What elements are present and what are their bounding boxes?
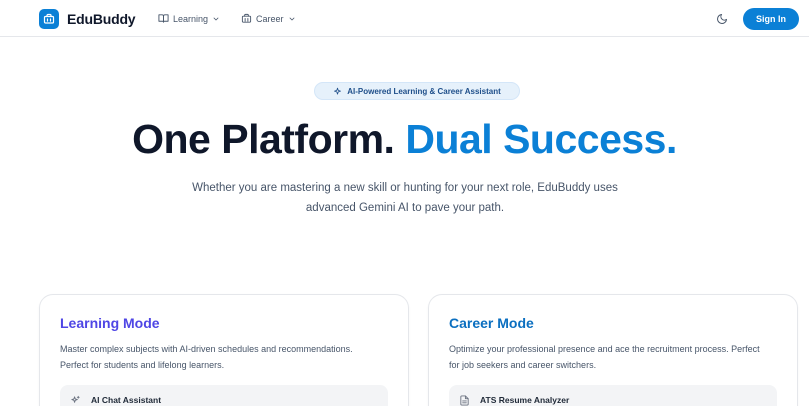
card-description: Optimize your professional presence and …	[449, 344, 760, 370]
hero-subtitle: Whether you are mastering a new skill or…	[192, 182, 618, 214]
nav-career-label: Career	[256, 13, 284, 24]
feature-item-ats-resume[interactable]: ATS Resume Analyzer	[449, 385, 777, 406]
hero-badge-text: AI-Powered Learning & Career Assistant	[347, 86, 501, 96]
theme-toggle-button[interactable]	[716, 12, 728, 30]
hero-title-part2: Dual Success.	[405, 116, 677, 162]
feature-label: ATS Resume Analyzer	[480, 395, 570, 405]
nav-learning-label: Learning	[173, 13, 209, 24]
card-title: Career Mode	[449, 315, 534, 331]
card-title: Learning Mode	[60, 315, 160, 331]
hero-title-part1: One Platform.	[132, 116, 395, 162]
hero-badge: AI-Powered Learning & Career Assistant	[314, 82, 520, 100]
sparkles-icon	[334, 87, 342, 95]
feature-item-ai-chat[interactable]: AI Chat Assistant	[60, 385, 388, 406]
nav-career[interactable]: Career	[241, 13, 296, 24]
top-nav-bar: EduBuddy Learning Career Sign In	[0, 0, 809, 37]
file-text-icon	[460, 394, 469, 406]
chevron-down-icon	[289, 17, 294, 20]
hero-title: One Platform. Dual Success.	[0, 116, 809, 163]
career-mode-card[interactable]: Career Mode Optimize your professional p…	[428, 294, 798, 406]
chevron-down-icon	[213, 17, 219, 20]
brand-name[interactable]: EduBuddy	[67, 11, 136, 27]
learning-mode-card[interactable]: Learning Mode Master complex subjects wi…	[39, 294, 409, 406]
sign-in-button[interactable]: Sign In	[743, 8, 799, 30]
feature-label: AI Chat Assistant	[91, 395, 162, 405]
sparkles-icon	[71, 395, 80, 403]
logo-icon[interactable]	[39, 9, 59, 29]
moon-icon	[717, 14, 727, 24]
card-description: Master complex subjects with AI-driven s…	[60, 344, 353, 370]
book-open-icon	[158, 14, 169, 23]
briefcase-icon	[241, 13, 252, 23]
nav-learning[interactable]: Learning	[158, 13, 220, 24]
